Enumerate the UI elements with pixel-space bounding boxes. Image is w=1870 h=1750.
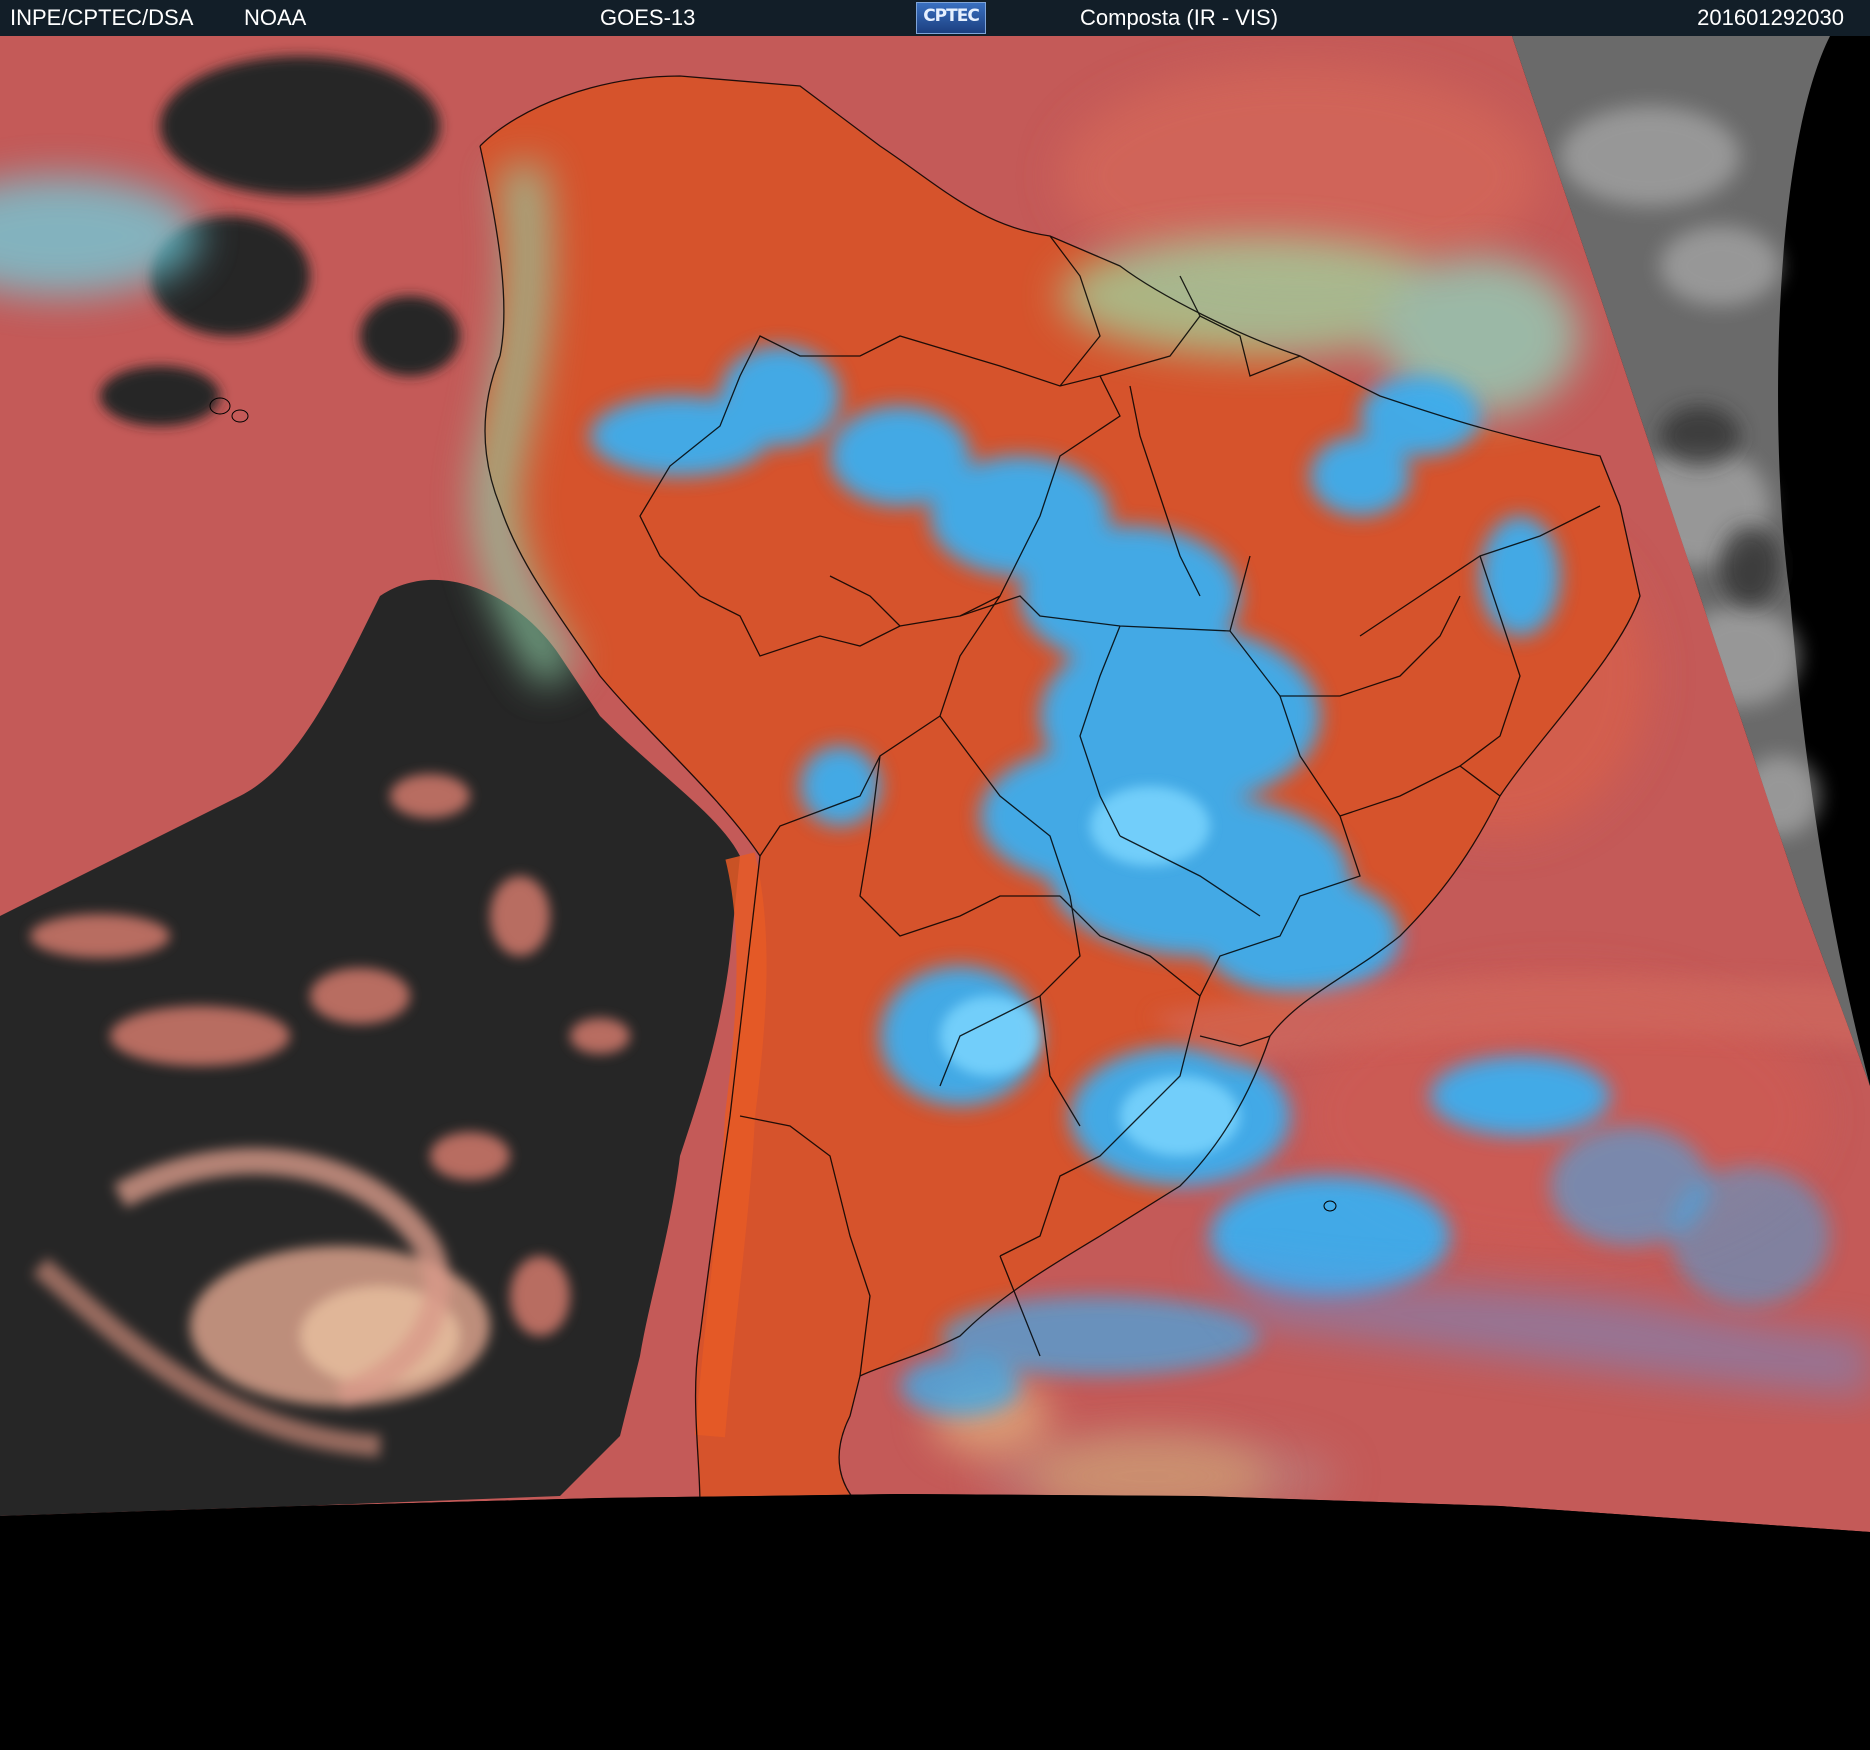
cptec-logo: CPTEC bbox=[916, 2, 986, 34]
satellite-image bbox=[0, 36, 1870, 1750]
logo-text: CPTEC bbox=[923, 6, 980, 26]
institution-label: INPE/CPTEC/DSA bbox=[10, 5, 194, 30]
timestamp-label: 201601292030 bbox=[1697, 5, 1844, 30]
header-bar: INPE/CPTEC/DSA NOAA GOES-13 CPTEC Compos… bbox=[0, 0, 1870, 36]
agency-label: NOAA bbox=[244, 5, 307, 30]
satellite-label: GOES-13 bbox=[600, 5, 696, 30]
product-label: Composta (IR - VIS) bbox=[1080, 5, 1279, 30]
